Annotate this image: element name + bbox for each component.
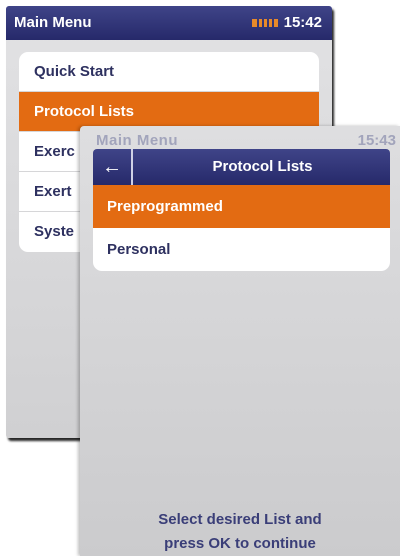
ghost-clock-time: 15:43 [357,132,396,149]
battery-icon [251,18,278,27]
back-button[interactable]: ← [93,149,133,185]
list-item-personal[interactable]: Personal [93,228,390,271]
main-menu-titlebar: Main Menu 15:42 [6,6,332,40]
instruction-line-2: press OK to continue [164,535,316,552]
page-title: Protocol Lists [212,158,313,175]
instruction-line-1: Select desired List and [158,511,322,528]
screen-title: Main Menu [14,14,92,31]
status-area: 15:42 [251,14,322,31]
menu-item-quick-start[interactable]: Quick Start [19,52,319,92]
ghost-screen-title: Main Menu [96,132,178,149]
protocol-lists-screen: Main Menu 15:43 ← Protocol Lists Preprog… [80,126,400,556]
list-item-preprogrammed[interactable]: Preprogrammed [93,185,390,228]
arrow-left-icon: ← [102,155,122,178]
protocol-list: Preprogrammed Personal [93,185,390,271]
device-stage: Main Menu 15:42 Quick Start Protocol Lis… [0,0,400,556]
protocol-lists-navbar: ← Protocol Lists [93,149,390,185]
instruction-text: Select desired List and press OK to cont… [80,508,400,556]
clock-time: 15:42 [283,14,322,31]
